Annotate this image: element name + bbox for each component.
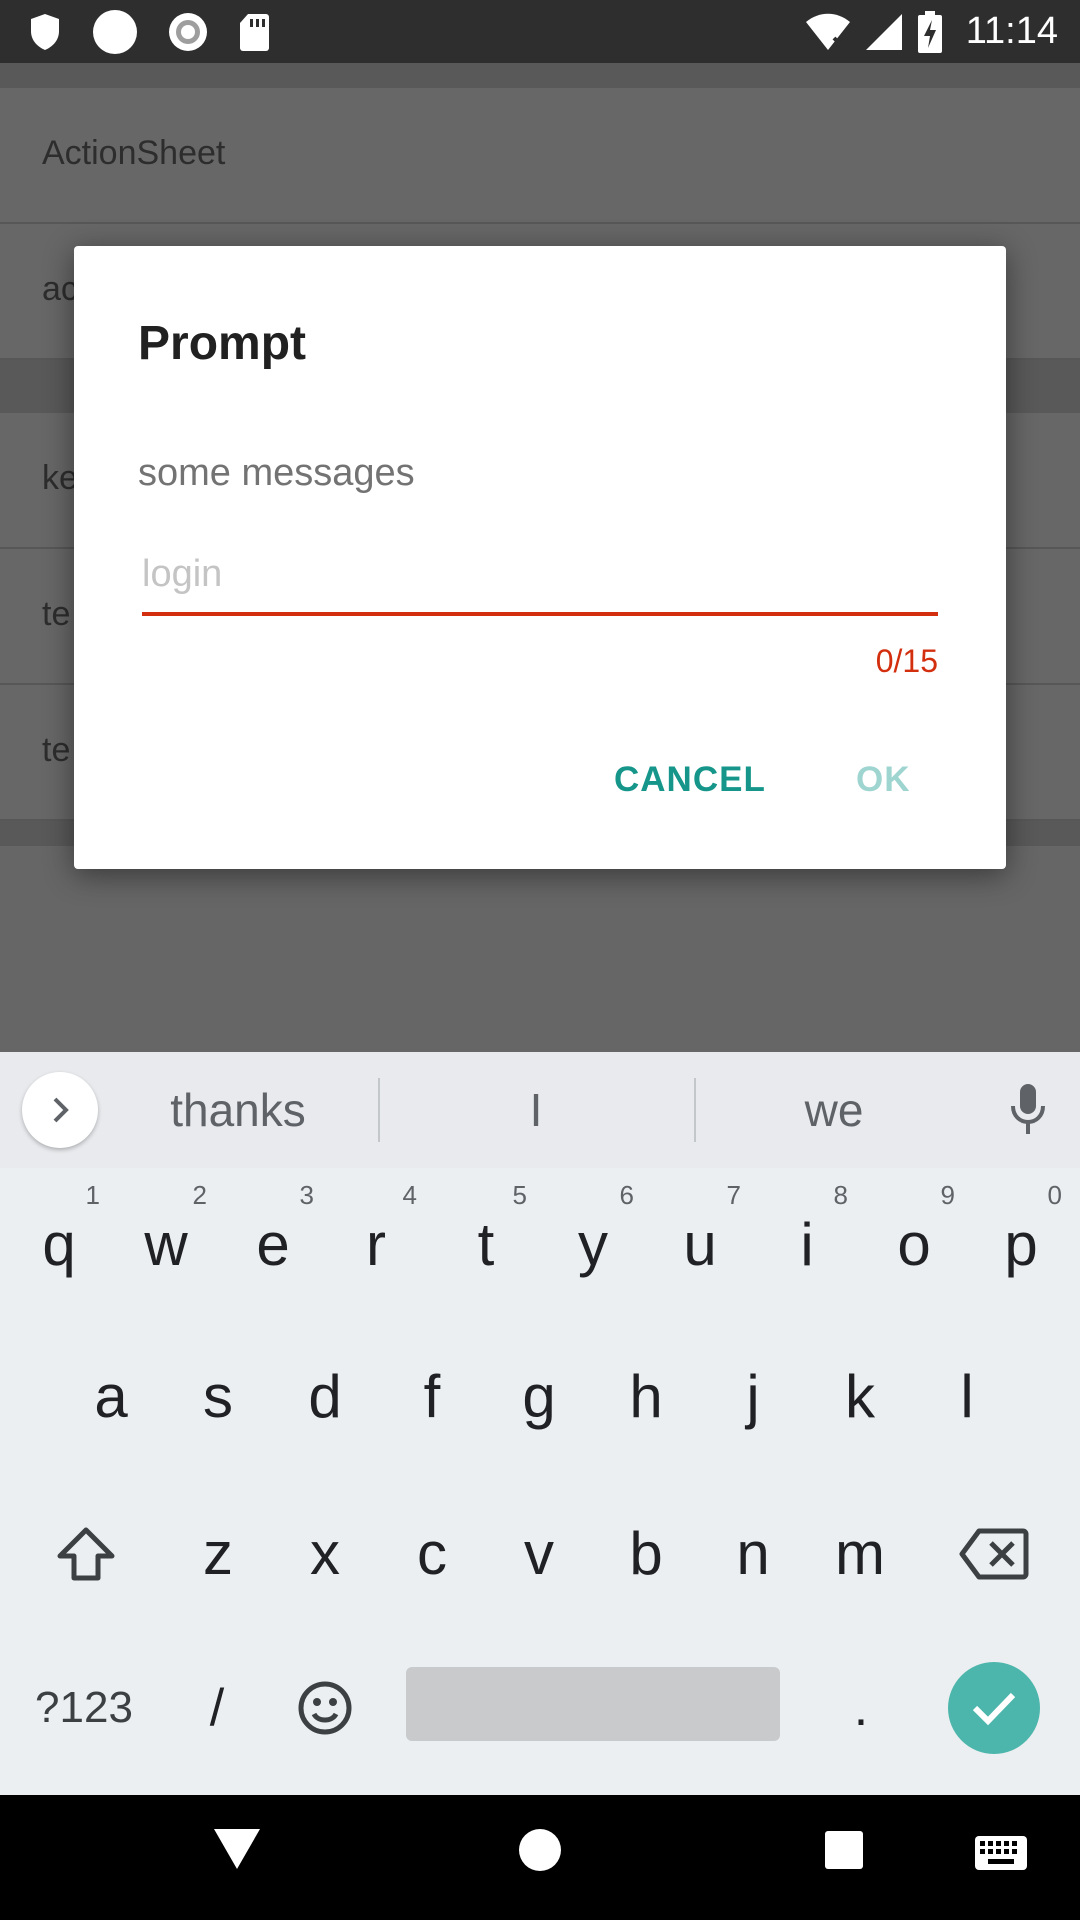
status-system: 11:14 [804,8,1058,55]
key-hint: 6 [619,1180,634,1210]
emoji-key[interactable] [280,1662,370,1754]
backspace-key[interactable] [944,1499,1044,1609]
voice-input-button[interactable] [1008,1082,1048,1143]
status-bar: 11:14 [0,0,1080,63]
microphone-icon [1011,1084,1045,1134]
backspace-icon [959,1528,1029,1580]
key-w[interactable]: w2 [121,1180,211,1300]
key-i[interactable]: i8 [762,1180,852,1300]
enter-key[interactable] [948,1662,1040,1754]
key-hint: 8 [833,1180,848,1210]
key-c[interactable]: c [387,1499,477,1609]
key-n[interactable]: n [708,1499,798,1609]
key-b[interactable]: b [601,1499,691,1609]
key-e[interactable]: e3 [228,1180,318,1300]
key-d[interactable]: d [280,1342,370,1452]
space-key[interactable] [406,1667,780,1741]
suggestion-divider [694,1078,696,1142]
keyboard-switch-icon [975,1836,1027,1870]
key-hint: 1 [85,1180,100,1210]
slash-key[interactable]: / [172,1662,262,1754]
dialog-message: some messages [138,452,415,494]
list-item-label: te [42,595,71,633]
chevron-right-icon [53,1097,69,1123]
key-r[interactable]: r4 [331,1180,421,1300]
key-hint: 4 [402,1180,417,1210]
key-v[interactable]: v [494,1499,584,1609]
character-counter: 0/15 [875,643,938,679]
key-h[interactable]: h [601,1342,691,1452]
prompt-dialog: Prompt some messages 0/15 CANCEL OK [74,246,1006,869]
key-j[interactable]: j [708,1342,798,1452]
soft-keyboard: thanks I we q1 w2 e3 r4 t5 y6 u7 i8 o9 p… [0,1052,1080,1795]
wifi-icon [805,13,850,50]
navigation-bar [0,1795,1080,1920]
home-button[interactable] [518,1828,562,1877]
suggestion-divider [378,1078,380,1142]
key-m[interactable]: m [815,1499,905,1609]
shield-icon [31,13,59,50]
key-hint: 7 [726,1180,741,1210]
suggestion-1[interactable]: thanks [118,1052,358,1168]
ok-button[interactable]: OK [856,760,911,800]
home-icon [519,1829,561,1871]
list-item: ActionSheet [0,88,1080,224]
cancel-button[interactable]: CANCEL [614,760,766,800]
list-item-label: ActionSheet [42,134,226,172]
key-hint: 2 [192,1180,207,1210]
key-x[interactable]: x [280,1499,370,1609]
recents-icon [825,1831,863,1869]
list-divider [0,63,1080,88]
status-notifications [28,9,270,54]
circle-icon [93,9,137,54]
keyboard-switch-button[interactable] [974,1835,1028,1876]
key-u[interactable]: u7 [655,1180,745,1300]
key-z[interactable]: z [173,1499,263,1609]
key-a[interactable]: a [66,1342,156,1452]
recents-button[interactable] [824,1830,864,1875]
battery-icon [917,10,942,53]
list-item-label: ac [42,270,78,308]
key-f[interactable]: f [387,1342,477,1452]
suggestion-strip: thanks I we [0,1052,1080,1168]
status-time: 11:14 [965,10,1058,52]
login-input[interactable] [142,542,938,616]
key-g[interactable]: g [494,1342,584,1452]
back-button[interactable] [212,1825,262,1876]
expand-suggestions-button[interactable] [22,1072,98,1148]
shift-icon [57,1527,115,1581]
key-hint: 9 [940,1180,955,1210]
emoji-icon [298,1681,352,1735]
key-s[interactable]: s [173,1342,263,1452]
checkmark-icon [972,1692,1016,1726]
key-o[interactable]: o9 [869,1180,959,1300]
key-l[interactable]: l [922,1342,1012,1452]
suggestion-3[interactable]: we [714,1052,954,1168]
record-icon [169,12,207,51]
key-hint: 5 [512,1180,527,1210]
key-p[interactable]: p0 [976,1180,1066,1300]
key-t[interactable]: t5 [441,1180,531,1300]
dialog-title: Prompt [138,317,306,370]
symbols-key[interactable]: ?123 [24,1662,144,1754]
list-item-label: te [42,731,71,769]
signal-icon [865,13,902,50]
list-item-label: ke [42,459,78,497]
key-y[interactable]: y6 [548,1180,638,1300]
suggestion-2[interactable]: I [416,1052,656,1168]
sd-card-icon [240,13,269,51]
shift-key[interactable] [36,1499,136,1609]
back-icon [214,1829,260,1869]
key-k[interactable]: k [815,1342,905,1452]
key-q[interactable]: q1 [14,1180,104,1300]
key-hint: 0 [1047,1180,1062,1210]
period-key[interactable]: . [816,1662,906,1754]
key-hint: 3 [299,1180,314,1210]
